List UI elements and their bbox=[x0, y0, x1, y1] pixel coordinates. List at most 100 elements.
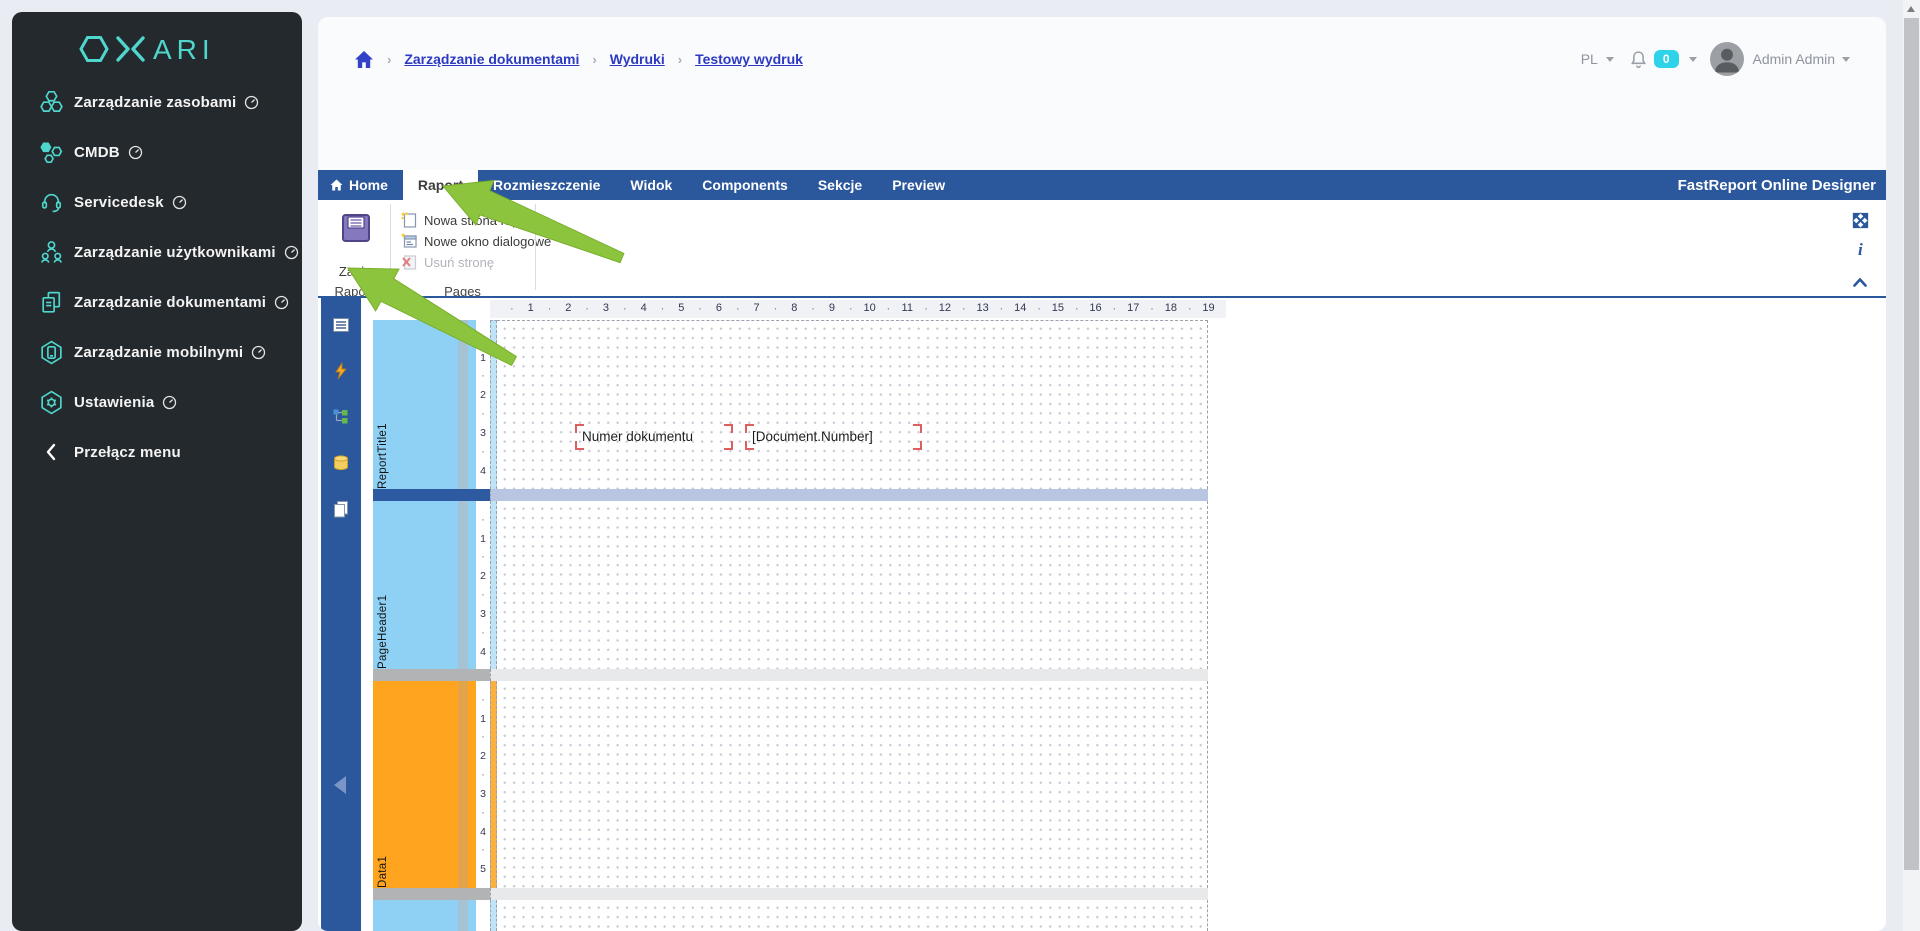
text-object-content: [Document.Number] bbox=[752, 429, 873, 444]
selection-corner-icon bbox=[724, 441, 733, 450]
sidebar-item-label: Zarządzanie zasobami bbox=[74, 93, 237, 111]
band-resize-track bbox=[490, 888, 1208, 900]
gauge-icon bbox=[163, 395, 177, 409]
band-edge bbox=[468, 320, 476, 489]
notifications-bell[interactable] bbox=[1630, 50, 1647, 69]
tab-label: Sekcje bbox=[817, 177, 863, 193]
band-pageheader1-header[interactable]: PageHeader1 bbox=[373, 501, 458, 669]
chevron-down-icon[interactable] bbox=[1842, 56, 1850, 62]
band-canvas[interactable] bbox=[497, 681, 1208, 888]
page-scrollbar[interactable] bbox=[1903, 0, 1920, 931]
page-margin-strip bbox=[490, 900, 497, 931]
band-data1: Data1 · 1 · 2 · 3 · 4 · 5 bbox=[318, 681, 1886, 888]
band-pageheader1: PageHeader1 · 1 · 2 · 3 · 4 bbox=[318, 501, 1886, 669]
tab-label: Widok bbox=[630, 177, 673, 193]
horizontal-ruler: · 1 · 2 · 3 · 4 · 5 · 6 · 7 · 8 · 9 · 10 · 11 · 12 · 13 · 14 · 15 · 16 ·… bbox=[509, 301, 1215, 315]
tab-widok[interactable]: Widok bbox=[615, 170, 687, 200]
user-name[interactable]: Admin Admin bbox=[1753, 51, 1835, 67]
new-dialog-page-item[interactable]: Nowe okno dialogowe bbox=[401, 231, 551, 251]
band-resize-handle[interactable] bbox=[373, 888, 490, 900]
tab-rozmieszczenie[interactable]: Rozmieszczenie bbox=[478, 170, 615, 200]
breadcrumb-link-wydruki[interactable]: Wydruki bbox=[610, 51, 665, 67]
band-partial-header[interactable] bbox=[373, 900, 458, 931]
page-margin-strip bbox=[490, 320, 497, 489]
tab-raport[interactable]: Raport bbox=[402, 170, 479, 200]
delete-page-item: Usuń stronę bbox=[401, 252, 494, 272]
text-object-document-number[interactable]: [Document.Number] bbox=[745, 424, 922, 450]
selection-corner-icon bbox=[745, 424, 754, 433]
gauge-icon bbox=[275, 295, 289, 309]
text-object-numer-dokumentu[interactable]: Numer dokumentu bbox=[575, 424, 733, 450]
servicedesk-icon bbox=[36, 189, 66, 216]
band-data1-header[interactable]: Data1 bbox=[373, 681, 458, 888]
info-icon: i bbox=[1858, 240, 1863, 259]
band-resize-handle[interactable] bbox=[373, 669, 490, 681]
sidebar-item-mobile[interactable]: Zarządzanie mobilnymi bbox=[12, 330, 302, 374]
sidebar-item-label: Servicedesk bbox=[74, 193, 164, 211]
sidebar-item-label: Ustawienia bbox=[74, 393, 155, 411]
chevron-down-icon[interactable] bbox=[1688, 56, 1697, 62]
sidebar-toggle-label: Przełącz menu bbox=[74, 443, 181, 461]
header-controls: PL 0 Admin Admin bbox=[1581, 42, 1850, 76]
band-resize-bar[interactable] bbox=[318, 489, 1886, 501]
new-report-page-item[interactable]: Nowa strona raportu bbox=[401, 210, 542, 230]
new-dialog-icon bbox=[401, 233, 417, 248]
band-canvas[interactable] bbox=[497, 501, 1208, 669]
scroll-up-icon[interactable] bbox=[1907, 6, 1915, 12]
sidebar-item-label: CMDB bbox=[74, 143, 120, 161]
documents-icon bbox=[36, 289, 66, 316]
page-margin-strip bbox=[490, 501, 497, 669]
band-scroll-strip bbox=[458, 501, 468, 669]
language-selector[interactable]: PL bbox=[1581, 51, 1598, 67]
sidebar-item-documents[interactable]: Zarządzanie dokumentami bbox=[12, 280, 302, 324]
band-resize-bar[interactable] bbox=[318, 888, 1886, 900]
gauge-icon bbox=[252, 345, 266, 359]
delete-page-icon bbox=[402, 255, 417, 270]
scrollbar-thumb[interactable] bbox=[1904, 18, 1919, 870]
tab-label: Raport bbox=[417, 177, 464, 193]
floppy-disk-icon bbox=[342, 214, 370, 242]
band-canvas[interactable]: Numer dokumentu [Document.Number] bbox=[497, 320, 1208, 489]
oxari-logo[interactable]: ARI bbox=[12, 30, 302, 68]
band-resize-bar[interactable] bbox=[318, 669, 1886, 681]
oxari-logo-icon: ARI bbox=[79, 34, 210, 65]
band-reporttitle1: ReportTitle1 · 1 · 2 · 3 · 4 Numer dokumentu bbox=[318, 320, 1886, 489]
save-button[interactable]: Zapisz bbox=[338, 212, 377, 279]
gauge-icon bbox=[284, 245, 298, 259]
avatar[interactable] bbox=[1709, 42, 1744, 76]
band-reporttitle1-header[interactable]: ReportTitle1 bbox=[373, 320, 458, 489]
tab-label: Preview bbox=[892, 177, 946, 193]
sidebar-item-servicedesk[interactable]: Servicedesk bbox=[12, 180, 302, 224]
gauge-icon bbox=[172, 195, 186, 209]
tab-label: Home bbox=[349, 177, 388, 193]
band-scroll-strip bbox=[458, 320, 468, 489]
sidebar-item-users[interactable]: Zarządzanie użytkownikami bbox=[12, 230, 302, 274]
vertical-ruler: · 1 · 2 · 3 · 4 · 5 bbox=[476, 681, 490, 888]
band-resize-handle[interactable] bbox=[373, 489, 490, 501]
sidebar-item-cmdb[interactable]: CMDB bbox=[12, 130, 302, 174]
info-button[interactable]: i bbox=[1858, 240, 1863, 260]
tab-sekcje[interactable]: Sekcje bbox=[803, 170, 877, 200]
chevron-down-icon[interactable] bbox=[1605, 56, 1614, 62]
tab-label: Rozmieszczenie bbox=[493, 177, 601, 193]
sidebar-item-assets[interactable]: Zarządzanie zasobami bbox=[12, 80, 302, 124]
tab-preview[interactable]: Preview bbox=[877, 170, 960, 200]
band-canvas[interactable] bbox=[497, 900, 1208, 931]
sidebar-item-label: Zarządzanie mobilnymi bbox=[74, 343, 244, 361]
collapse-ribbon-button[interactable] bbox=[1853, 274, 1867, 292]
sidebar-toggle[interactable]: Przełącz menu bbox=[12, 430, 302, 474]
breadcrumb-current[interactable]: Testowy wydruk bbox=[695, 51, 803, 67]
expand-icon bbox=[1852, 212, 1869, 229]
home-icon bbox=[330, 179, 343, 191]
vertical-ruler: · 1 · 2 · 3 · 4 bbox=[476, 501, 490, 669]
tab-home[interactable]: Home bbox=[318, 170, 403, 200]
sidebar-item-label: Zarządzanie dokumentami bbox=[74, 293, 267, 311]
save-button-label: Zapisz bbox=[338, 264, 378, 279]
menu-item-label: Nowe okno dialogowe bbox=[424, 233, 552, 249]
breadcrumb-link-documents[interactable]: Zarządzanie dokumentami bbox=[404, 51, 579, 67]
home-link[interactable] bbox=[354, 50, 374, 69]
band-scroll-strip bbox=[458, 900, 468, 931]
fullscreen-button[interactable] bbox=[1852, 212, 1869, 234]
sidebar-item-settings[interactable]: Ustawienia bbox=[12, 380, 302, 424]
tab-components[interactable]: Components bbox=[687, 170, 803, 200]
